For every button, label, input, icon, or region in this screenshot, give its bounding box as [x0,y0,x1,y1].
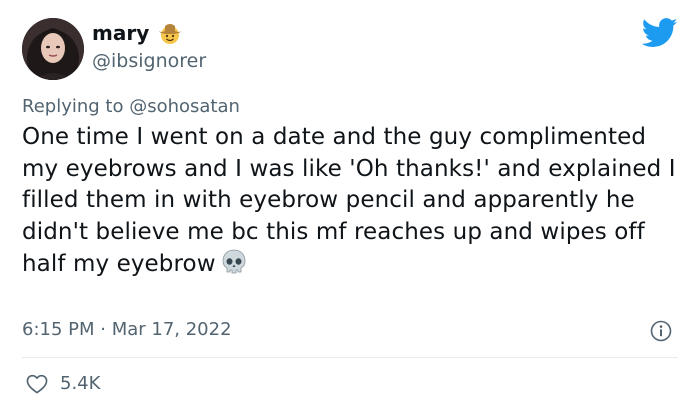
user-handle[interactable]: @ibsignorer [92,50,206,72]
display-name-row[interactable]: mary [92,20,183,46]
heart-icon[interactable] [26,374,48,394]
reply-mention-link[interactable]: @sohosatan [129,96,240,117]
cowboy-hat-face-icon [157,20,183,46]
replying-to-label: Replying to [22,96,130,117]
replying-to-line: Replying to @sohosatan [22,96,240,117]
divider [22,357,678,358]
info-icon[interactable] [650,320,672,342]
tweet-body: One time I went on a date and the guy co… [22,124,676,277]
tweet-text: One time I went on a date and the guy co… [22,122,682,281]
avatar[interactable] [22,18,84,80]
tweet-timestamp[interactable]: 6:15 PM · Mar 17, 2022 [22,319,232,340]
like-count: 5.4K [60,373,101,394]
skull-icon [220,248,248,276]
tweet-card: mary @ibsignorer Replying to @sohosatan … [0,0,700,410]
like-button[interactable]: 5.4K [26,373,100,394]
twitter-bird-icon[interactable] [641,18,678,48]
display-name[interactable]: mary [92,21,149,45]
